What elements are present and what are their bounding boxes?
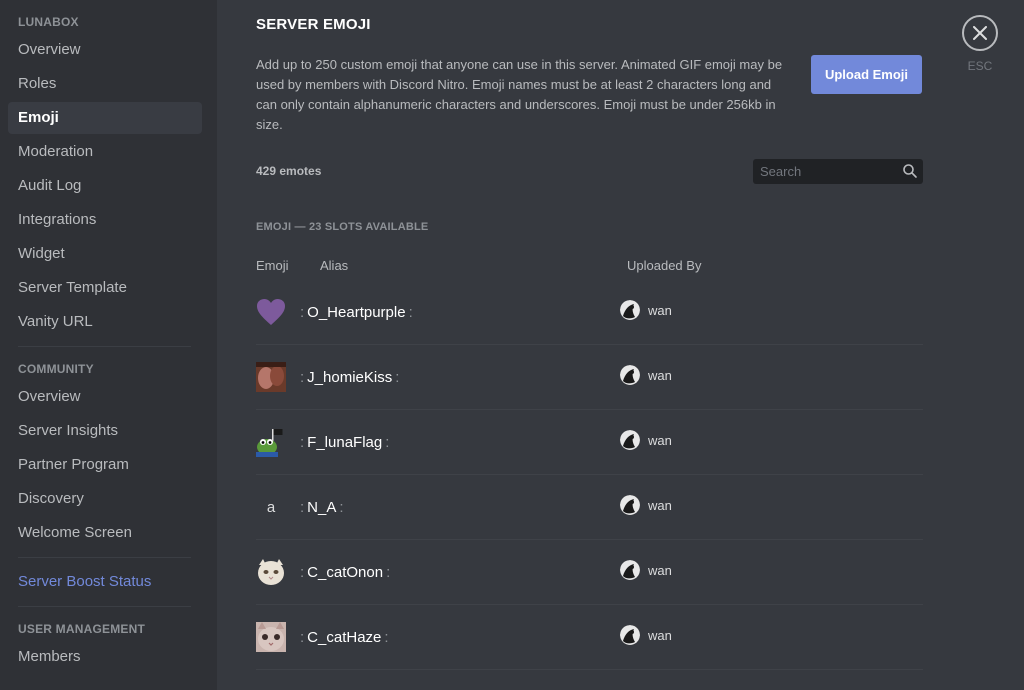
emoji-alias: : C_catHaze: xyxy=(300,629,389,646)
uploader-name: wan xyxy=(648,497,672,513)
cat-image-icon xyxy=(256,557,286,587)
sidebar-item-discovery[interactable]: Discovery xyxy=(8,483,202,515)
emoji-description: Add up to 250 custom emoji that anyone c… xyxy=(256,57,783,132)
table-row[interactable]: : O_Heartpurple: wan xyxy=(256,280,923,345)
close-button[interactable] xyxy=(962,15,998,51)
close-icon xyxy=(973,26,987,40)
search-box[interactable] xyxy=(753,159,923,184)
search-input[interactable] xyxy=(753,159,893,184)
uploader-name: wan xyxy=(648,432,672,448)
upload-emoji-button[interactable]: Upload Emoji xyxy=(811,55,922,94)
uploader-name: wan xyxy=(648,562,672,578)
uploader-name: wan xyxy=(648,627,672,643)
avatar xyxy=(620,625,640,645)
sidebar-divider xyxy=(18,557,191,558)
emoji-alias: : N_A: xyxy=(300,499,344,516)
sidebar-item-integrations[interactable]: Integrations xyxy=(8,204,202,236)
sidebar-item-welcome-screen[interactable]: Welcome Screen xyxy=(8,517,202,549)
purple-heart-icon xyxy=(256,297,286,327)
avatar xyxy=(620,560,640,580)
uploader-name: wan xyxy=(648,367,672,383)
sidebar-item-server-boost-status[interactable]: Server Boost Status xyxy=(8,566,202,598)
emoji-alias: : J_homieKiss: xyxy=(300,369,400,386)
sidebar-item-emoji[interactable]: Emoji xyxy=(8,102,202,134)
user-management-header: USER MANAGEMENT xyxy=(18,622,146,636)
emoji-alias: : O_Heartpurple: xyxy=(300,304,413,321)
sidebar-item-partner-program[interactable]: Partner Program xyxy=(8,449,202,481)
sidebar-item-widget[interactable]: Widget xyxy=(8,238,202,270)
uploader: wan xyxy=(620,365,672,385)
settings-sidebar: LUNABOX Overview Roles Emoji Moderation … xyxy=(0,0,217,690)
table-row[interactable]: : F_lunaFlag: wan xyxy=(256,410,923,475)
sidebar-item-members[interactable]: Members xyxy=(8,641,202,673)
uploader: wan xyxy=(620,495,672,515)
sidebar-item-audit-log[interactable]: Audit Log xyxy=(8,170,202,202)
frog-flag-icon xyxy=(256,427,286,457)
column-header-uploaded-by: Uploaded By xyxy=(627,258,702,273)
emoji-table: : O_Heartpurple: wan : J_homieKiss: wan … xyxy=(256,280,923,670)
cat-haze-image-icon xyxy=(256,622,286,652)
kiss-image-icon xyxy=(256,362,286,392)
uploader: wan xyxy=(620,300,672,320)
server-name-header: LUNABOX xyxy=(18,15,79,29)
uploader-name: wan xyxy=(648,302,672,318)
sidebar-item-roles[interactable]: Roles xyxy=(8,68,202,100)
table-row[interactable]: : J_homieKiss: wan xyxy=(256,345,923,410)
letter-a-icon: a xyxy=(256,492,286,522)
avatar xyxy=(620,300,640,320)
uploader: wan xyxy=(620,625,672,645)
sidebar-item-moderation[interactable]: Moderation xyxy=(8,136,202,168)
avatar xyxy=(620,365,640,385)
community-header: COMMUNITY xyxy=(18,362,94,376)
column-header-alias: Alias xyxy=(320,258,349,273)
avatar xyxy=(620,495,640,515)
sidebar-item-community-overview[interactable]: Overview xyxy=(8,381,202,413)
emoji-letter: a xyxy=(266,498,276,516)
column-header-emoji: Emoji xyxy=(256,258,289,273)
uploader: wan xyxy=(620,430,672,450)
emoji-alias: : F_lunaFlag: xyxy=(300,434,390,451)
sidebar-divider xyxy=(18,346,191,347)
sidebar-item-server-insights[interactable]: Server Insights xyxy=(8,415,202,447)
emoji-alias: : C_catOnon: xyxy=(300,564,391,581)
avatar xyxy=(620,430,640,450)
emoji-settings-panel: SERVER EMOJI Add up to 250 custom emoji … xyxy=(217,0,1024,690)
sidebar-item-overview[interactable]: Overview xyxy=(8,34,202,66)
esc-label: ESC xyxy=(967,59,993,73)
slots-available-header: EMOJI — 23 SLOTS AVAILABLE xyxy=(256,221,429,233)
table-row[interactable]: : C_catOnon: wan xyxy=(256,540,923,605)
sidebar-item-vanity-url[interactable]: Vanity URL xyxy=(8,306,202,338)
search-icon xyxy=(903,164,917,178)
table-row[interactable]: a : N_A: wan xyxy=(256,475,923,540)
table-row[interactable]: : C_catHaze: wan xyxy=(256,605,923,670)
sidebar-item-server-template[interactable]: Server Template xyxy=(8,272,202,304)
uploader: wan xyxy=(620,560,672,580)
sidebar-divider xyxy=(18,606,191,607)
emote-count: 429 emotes xyxy=(256,164,322,178)
page-title: SERVER EMOJI xyxy=(256,16,371,33)
